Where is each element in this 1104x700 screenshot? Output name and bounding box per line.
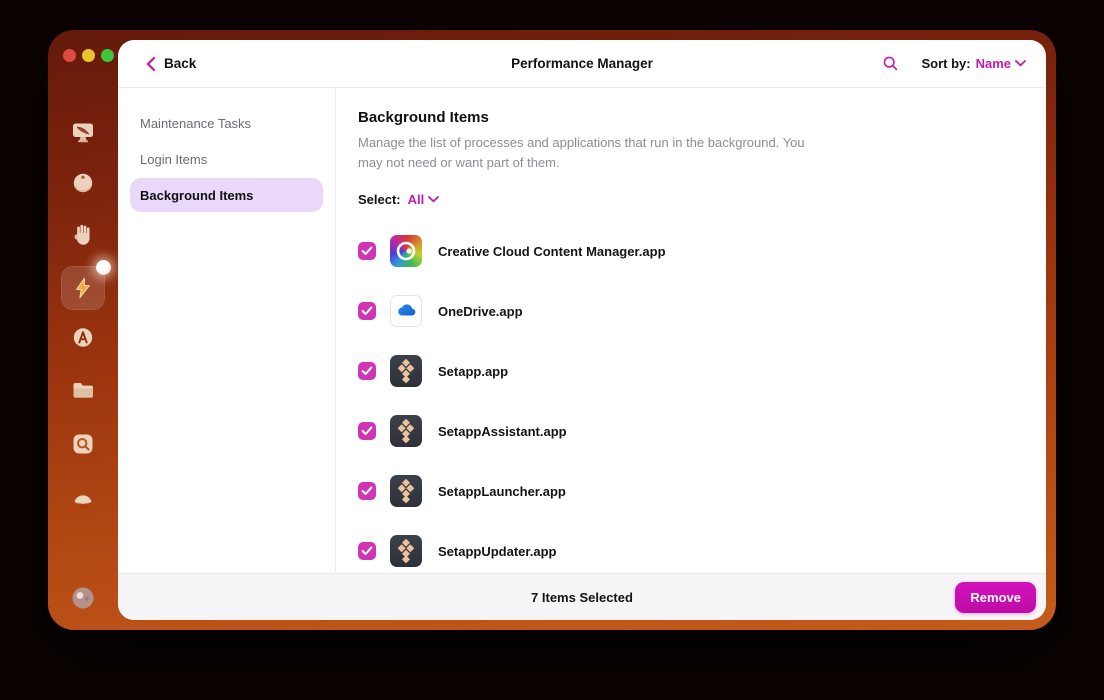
setapp-app-icon <box>390 415 422 447</box>
sidebar-item-spotlight[interactable] <box>48 431 118 457</box>
protection-hand-icon <box>70 222 96 248</box>
chevron-down-icon <box>428 196 439 203</box>
folder-icon <box>70 377 96 403</box>
select-scope-dropdown[interactable]: All <box>408 192 440 207</box>
footer: 7 Items Selected Remove <box>118 573 1046 620</box>
check-icon <box>361 426 373 436</box>
checkbox-checked[interactable] <box>358 422 376 440</box>
app-sidebar-rail <box>48 30 118 630</box>
checkbox-checked[interactable] <box>358 302 376 320</box>
body: Maintenance Tasks Login Items Background… <box>118 88 1046 573</box>
sidebar-item-applications[interactable] <box>48 325 118 351</box>
app-name: SetappAssistant.app <box>438 424 567 439</box>
spotlight-search-icon <box>70 431 96 457</box>
check-icon <box>361 486 373 496</box>
back-button[interactable]: Back <box>146 56 196 71</box>
header: Back Performance Manager Sort by: Name <box>118 40 1046 88</box>
sort-by-label: Sort by: <box>921 56 970 71</box>
checkbox-checked[interactable] <box>358 242 376 260</box>
sort-by-value: Name <box>976 56 1011 71</box>
selection-status: 7 Items Selected <box>531 590 633 605</box>
app-name: Creative Cloud Content Manager.app <box>438 244 666 259</box>
main-panel: Back Performance Manager Sort by: Name <box>118 40 1046 620</box>
remove-button[interactable]: Remove <box>955 582 1036 613</box>
checkbox-checked[interactable] <box>358 362 376 380</box>
sidebar-item-files[interactable] <box>48 377 118 403</box>
nav-item-login-items[interactable]: Login Items <box>130 142 323 176</box>
list-item[interactable]: Creative Cloud Content Manager.app <box>358 221 1022 281</box>
background-items-list: Creative Cloud Content Manager.app <box>358 221 1022 573</box>
app-name: SetappUpdater.app <box>438 544 556 559</box>
sidebar-item-cleanup[interactable] <box>48 171 118 197</box>
setapp-app-icon <box>390 535 422 567</box>
select-label: Select: <box>358 192 401 207</box>
applications-icon <box>70 325 96 351</box>
setapp-app-icon <box>390 355 422 387</box>
check-icon <box>361 366 373 376</box>
app-window: Back Performance Manager Sort by: Name <box>48 30 1056 630</box>
list-item[interactable]: SetappUpdater.app <box>358 521 1022 573</box>
sort-by-control: Sort by: Name <box>921 56 1026 71</box>
setapp-app-icon <box>390 475 422 507</box>
chevron-left-icon <box>146 57 156 71</box>
search-icon[interactable] <box>882 55 899 72</box>
select-row: Select: All <box>358 192 1022 207</box>
content-description: Manage the list of processes and applica… <box>358 133 816 173</box>
list-item[interactable]: Setapp.app <box>358 341 1022 401</box>
list-item[interactable]: OneDrive.app <box>358 281 1022 341</box>
checkbox-checked[interactable] <box>358 542 376 560</box>
smart-care-icon <box>70 119 96 145</box>
chevron-down-icon <box>1015 60 1026 67</box>
assistant-avatar[interactable] <box>48 586 118 610</box>
list-item[interactable]: SetappAssistant.app <box>358 401 1022 461</box>
onedrive-app-icon <box>390 295 422 327</box>
nav-item-background-items[interactable]: Background Items <box>130 178 323 212</box>
check-icon <box>361 546 373 556</box>
assistant-avatar-icon <box>71 586 95 610</box>
sidebar-item-protection[interactable] <box>48 222 118 248</box>
app-name: OneDrive.app <box>438 304 523 319</box>
check-icon <box>361 306 373 316</box>
list-item[interactable]: SetappLauncher.app <box>358 461 1022 521</box>
cleanup-icon <box>70 171 96 197</box>
back-label: Back <box>164 56 196 71</box>
sort-by-dropdown[interactable]: Name <box>976 56 1026 71</box>
app-name: Setapp.app <box>438 364 508 379</box>
notification-badge <box>96 260 111 275</box>
sidebar-item-shell[interactable] <box>48 485 118 511</box>
content-heading: Background Items <box>358 109 1022 126</box>
header-actions: Sort by: Name <box>882 55 1026 72</box>
check-icon <box>361 246 373 256</box>
sidebar-item-smart-care[interactable] <box>48 119 118 145</box>
section-nav: Maintenance Tasks Login Items Background… <box>118 88 336 573</box>
app-name: SetappLauncher.app <box>438 484 566 499</box>
sidebar-item-performance[interactable] <box>61 266 105 310</box>
content-area: Background Items Manage the list of proc… <box>336 88 1046 573</box>
nav-item-maintenance-tasks[interactable]: Maintenance Tasks <box>130 106 323 140</box>
shell-icon <box>70 485 96 511</box>
checkbox-checked[interactable] <box>358 482 376 500</box>
select-scope-value: All <box>408 192 425 207</box>
performance-lightning-icon <box>71 276 95 300</box>
creative-cloud-app-icon <box>390 235 422 267</box>
